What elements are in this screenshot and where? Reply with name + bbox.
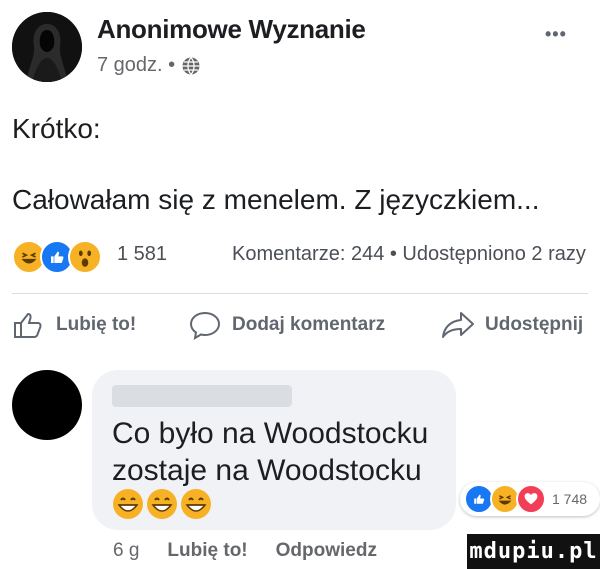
share-icon <box>442 312 474 338</box>
post-text-line2: Całowałam się z menelem. Z języczkiem... <box>12 184 540 215</box>
wow-reaction-icon <box>68 240 102 274</box>
reactions-count[interactable]: 1 581 <box>117 243 167 266</box>
like-icon <box>14 312 42 338</box>
comment-text: Co było na Woodstocku zostaje na Woodsto… <box>112 417 429 487</box>
comment-button-label: Dodaj komentarz <box>232 314 386 335</box>
comment-icon <box>189 311 221 340</box>
post-author[interactable]: Anonimowe Wyznanie <box>97 14 366 45</box>
grin-emoji-icon <box>147 489 177 519</box>
more-icon[interactable]: ••• <box>545 24 567 45</box>
globe-icon <box>182 56 200 75</box>
comment-reactions[interactable]: 1 748 <box>460 482 600 516</box>
comment-like-button[interactable]: Lubię to! <box>167 540 247 562</box>
author-avatar[interactable] <box>12 12 82 82</box>
comment-reactions-count: 1 748 <box>552 491 588 507</box>
share-button[interactable]: Udostępnij <box>441 310 583 340</box>
post-text-line1: Krótko: <box>12 113 101 144</box>
comment-button[interactable]: Dodaj komentarz <box>188 310 385 340</box>
commenter-avatar[interactable] <box>12 370 82 440</box>
grin-emoji-icon <box>181 489 211 519</box>
post-stats[interactable]: Komentarze: 244 • Udostępniono 2 razy <box>232 243 586 266</box>
post-meta: 7 godz. • <box>97 54 201 77</box>
commenter-name-redacted <box>112 385 292 407</box>
post-time[interactable]: 7 godz. • <box>97 54 175 77</box>
comment-reply-button[interactable]: Odpowiedz <box>276 540 377 562</box>
share-button-label: Udostępnij <box>485 314 584 335</box>
comment-time[interactable]: 6 g <box>113 540 139 562</box>
like-button-label: Lubię to! <box>56 314 137 335</box>
like-button[interactable]: Lubię to! <box>12 310 136 340</box>
love-reaction-icon <box>516 484 546 514</box>
watermark-logo: mdupiu.pl <box>467 534 600 569</box>
comment-actions: 6 g Lubię to! Odpowiedz <box>113 540 377 562</box>
divider <box>12 293 588 294</box>
grin-emoji-icon <box>113 489 143 519</box>
post-reactions[interactable] <box>12 240 102 274</box>
